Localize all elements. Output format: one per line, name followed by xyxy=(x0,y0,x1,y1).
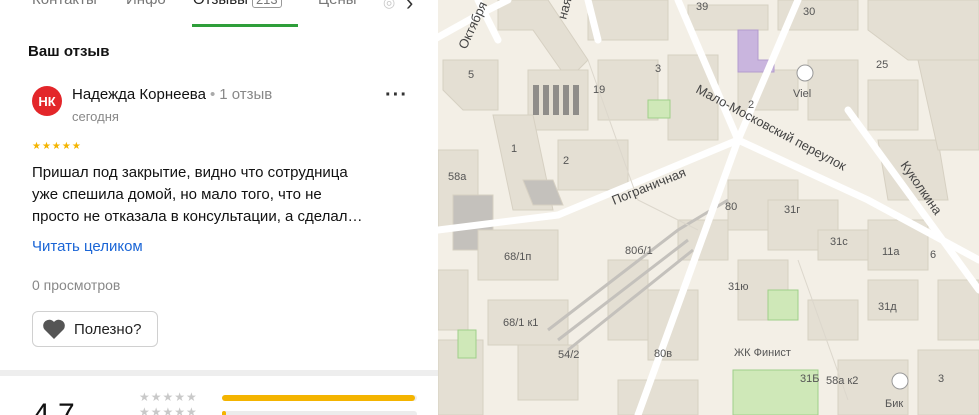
svg-text:80б/1: 80б/1 xyxy=(625,245,653,257)
active-tab-indicator xyxy=(192,24,298,27)
svg-text:58а: 58а xyxy=(448,171,467,183)
svg-text:31г: 31г xyxy=(784,204,800,216)
rating-row-stars: ★★★★★ xyxy=(139,390,198,404)
overall-rating: 4,7 xyxy=(33,398,75,415)
tab-info[interactable]: Инфо xyxy=(126,0,166,8)
place-card-panel: Контакты Инфо Отзывы213 Цены ◎ › Ваш отз… xyxy=(0,0,439,415)
svg-text:5: 5 xyxy=(468,69,474,81)
useful-button[interactable]: Полезно? xyxy=(32,311,158,347)
svg-text:ная: ная xyxy=(554,0,574,21)
rating-row-stars: ★★★★★ xyxy=(139,405,198,415)
rating-bar-fill xyxy=(222,395,416,401)
svg-text:2: 2 xyxy=(748,99,754,111)
svg-text:31с: 31с xyxy=(830,236,848,248)
svg-text:30: 30 xyxy=(803,6,815,18)
rating-bar xyxy=(222,395,417,401)
svg-text:3: 3 xyxy=(655,63,661,75)
map-view[interactable]: Октября ная Пограничная Мало-Московский … xyxy=(438,0,979,415)
tab-overflow-icon: ◎ xyxy=(383,0,396,10)
map-canvas[interactable]: Октября ная Пограничная Мало-Московский … xyxy=(438,0,979,415)
svg-text:6: 6 xyxy=(930,249,936,261)
review-author: Надежда Корнеева • 1 отзыв xyxy=(72,86,272,103)
your-review-title: Ваш отзыв xyxy=(28,43,110,60)
avatar[interactable]: НК xyxy=(32,86,62,116)
svg-text:ЖК Финист: ЖК Финист xyxy=(734,347,791,359)
author-name[interactable]: Надежда Корнеева xyxy=(72,86,206,103)
read-more-link[interactable]: Читать целиком xyxy=(32,238,143,255)
tab-reviews-label: Отзывы xyxy=(193,0,248,8)
author-separator: • xyxy=(209,86,216,103)
rating-bar xyxy=(222,411,417,415)
svg-text:1: 1 xyxy=(511,143,517,155)
svg-text:19: 19 xyxy=(593,84,605,96)
review-text-line: уже спешила домой, но мало того, что не xyxy=(32,186,322,203)
useful-label: Полезно? xyxy=(74,320,142,338)
tab-prices[interactable]: Цены xyxy=(318,0,357,8)
svg-text:Бик: Бик xyxy=(885,398,903,410)
reviews-count-badge: 213 xyxy=(251,0,282,8)
more-options-icon[interactable]: ··· xyxy=(385,84,408,107)
tab-contacts[interactable]: Контакты xyxy=(32,0,97,8)
section-divider xyxy=(0,370,438,376)
svg-text:31д: 31д xyxy=(878,301,897,313)
views-count: 0 просмотров xyxy=(32,277,121,293)
svg-text:68/1п: 68/1п xyxy=(504,251,531,263)
svg-text:31ю: 31ю xyxy=(728,281,749,293)
svg-text:31Б: 31Б xyxy=(800,373,819,385)
review-text: Пришал под закрытие, видно что сотрудниц… xyxy=(32,162,418,228)
review-stars: ★★★★★ xyxy=(32,141,82,152)
tab-reviews[interactable]: Отзывы213 xyxy=(193,0,282,8)
svg-text:68/1 к1: 68/1 к1 xyxy=(503,317,538,329)
svg-text:39: 39 xyxy=(696,1,708,13)
svg-text:80в: 80в xyxy=(654,348,672,360)
tab-bar: Контакты Инфо Отзывы213 Цены ◎ › xyxy=(0,0,438,28)
svg-text:2: 2 xyxy=(563,155,569,167)
svg-text:Viel: Viel xyxy=(793,88,811,100)
review-text-line: Пришал под закрытие, видно что сотрудниц… xyxy=(32,164,348,181)
author-review-count: 1 отзыв xyxy=(219,86,273,103)
svg-text:11а: 11а xyxy=(882,246,900,258)
tabs-next-arrow-icon[interactable]: › xyxy=(406,0,413,16)
svg-text:25: 25 xyxy=(876,59,888,71)
svg-text:80: 80 xyxy=(725,201,737,213)
rating-bar-fill xyxy=(222,411,226,415)
review-text-line: просто не отказала в консультации, а сде… xyxy=(32,208,363,225)
heart-icon xyxy=(42,317,66,341)
svg-text:58а к2: 58а к2 xyxy=(826,375,858,387)
review-date: сегодня xyxy=(72,109,119,124)
svg-text:3: 3 xyxy=(938,373,944,385)
svg-text:54/2: 54/2 xyxy=(558,349,579,361)
